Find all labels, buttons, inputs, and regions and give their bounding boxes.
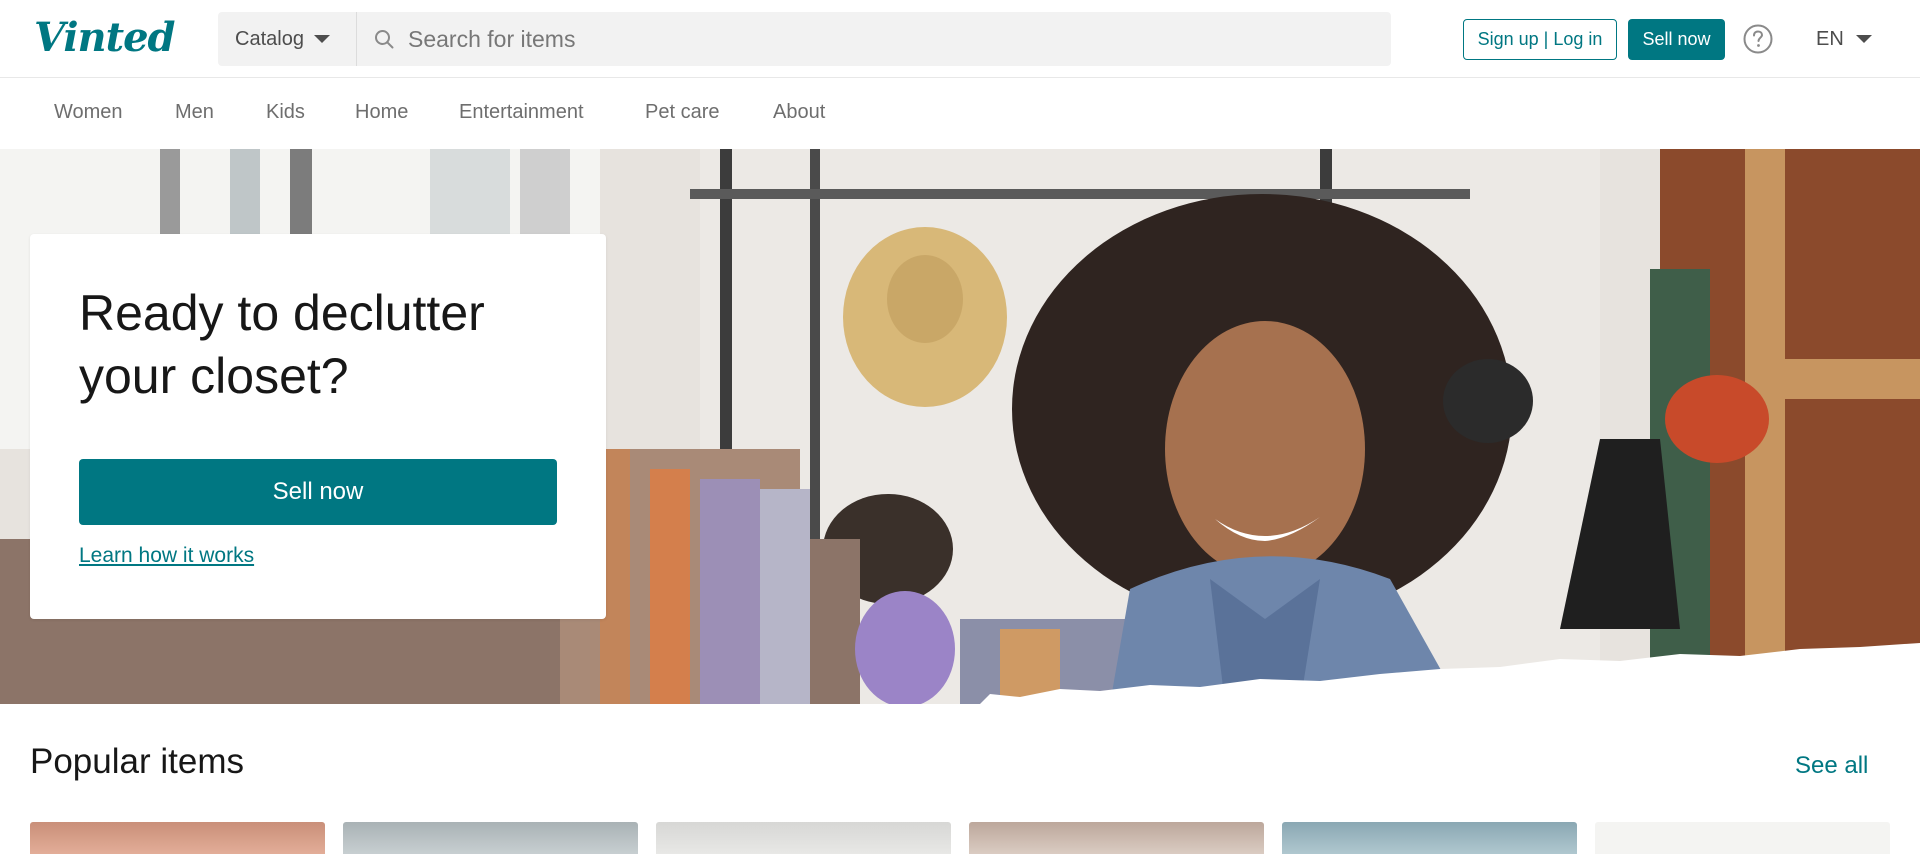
nav-item-kids[interactable]: Kids bbox=[266, 101, 305, 124]
nav-item-men[interactable]: Men bbox=[175, 101, 214, 124]
vinted-logo[interactable]: Vinted bbox=[34, 14, 176, 61]
nav-item-women[interactable]: Women bbox=[54, 101, 123, 124]
question-circle-icon[interactable] bbox=[1742, 23, 1774, 55]
hero-card: Ready to declutter your closet? Sell now… bbox=[30, 234, 606, 619]
see-all-link[interactable]: See all bbox=[1795, 752, 1868, 780]
language-label: EN bbox=[1816, 27, 1844, 50]
item-card[interactable] bbox=[1282, 822, 1577, 854]
item-card[interactable] bbox=[656, 822, 951, 854]
language-selector[interactable]: EN bbox=[1816, 24, 1872, 54]
search-icon bbox=[375, 30, 394, 49]
hero-title: Ready to declutter your closet? bbox=[79, 285, 485, 404]
item-card[interactable] bbox=[343, 822, 638, 854]
sell-now-header-button[interactable]: Sell now bbox=[1628, 19, 1725, 60]
item-card[interactable] bbox=[1595, 822, 1890, 854]
item-card[interactable] bbox=[30, 822, 325, 854]
search-bar: Catalog bbox=[218, 12, 1391, 66]
popular-items-title: Popular items bbox=[30, 742, 244, 781]
catalog-dropdown[interactable]: Catalog bbox=[218, 12, 357, 66]
category-nav: Women Men Kids Home Entertainment Pet ca… bbox=[0, 79, 1920, 149]
nav-item-entertainment[interactable]: Entertainment bbox=[459, 101, 584, 124]
nav-item-pet-care[interactable]: Pet care bbox=[645, 101, 719, 124]
catalog-label: Catalog bbox=[235, 27, 304, 50]
nav-item-home[interactable]: Home bbox=[355, 101, 408, 124]
chevron-down-icon bbox=[313, 35, 330, 43]
search-input[interactable] bbox=[408, 12, 1368, 66]
top-header: Vinted Catalog Sign up | Log in Sell now… bbox=[0, 0, 1920, 78]
item-card[interactable] bbox=[969, 822, 1264, 854]
sell-now-hero-button[interactable]: Sell now bbox=[79, 459, 557, 525]
chevron-down-icon bbox=[1855, 35, 1872, 43]
nav-item-about[interactable]: About bbox=[773, 101, 825, 124]
learn-how-it-works-link[interactable]: Learn how it works bbox=[79, 544, 254, 568]
signup-login-button[interactable]: Sign up | Log in bbox=[1463, 19, 1617, 60]
